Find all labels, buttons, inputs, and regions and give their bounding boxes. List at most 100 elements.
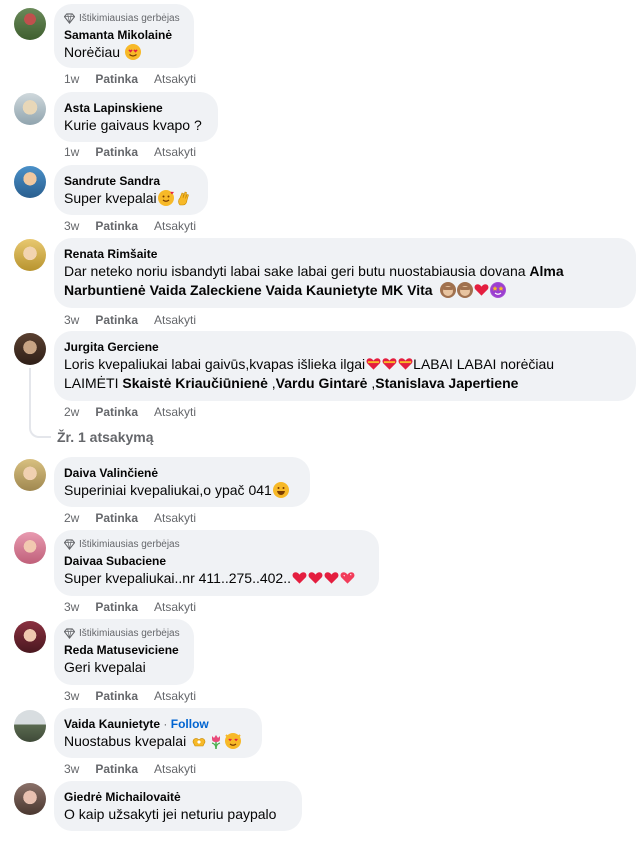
comment-time[interactable]: 3w [64, 219, 79, 233]
see-no-evil-monkey-emoji-icon [440, 282, 457, 298]
avatar[interactable] [14, 710, 46, 742]
red-heart-icon [475, 284, 489, 296]
heart-with-ribbon-icon [398, 358, 413, 370]
ok-hand-emoji-icon [175, 190, 191, 206]
comment-bubble: Ištikimiausias gerbėjas Daivaa Subaciene… [54, 530, 379, 596]
comment-text: Nuostabus kvepalai [64, 732, 250, 751]
comment-bubble: Daiva Valinčienė Superiniai kvepaliukai,… [54, 457, 310, 507]
heart-eyes-emoji-icon [124, 44, 141, 60]
comment-actions: 3w Patinka Atsakyti [64, 600, 196, 614]
comment-text: Dar neteko noriu isbandyti labai sake la… [64, 263, 564, 298]
smiling-cat-hearts-emoji-icon [225, 733, 242, 749]
avatar[interactable] [14, 621, 46, 653]
comment-bubble: Renata Rimšaite Dar neteko noriu isbandy… [54, 238, 636, 308]
tagged-user[interactable]: Alma [529, 263, 563, 279]
comment-time[interactable]: 1w [64, 72, 79, 86]
avatar[interactable] [14, 532, 46, 564]
comment-actions: 3w Patinka Atsakyti [64, 762, 196, 776]
like-button[interactable]: Patinka [95, 219, 138, 233]
comment-bubble: Sandrute Sandra Super kvepalai [54, 165, 208, 215]
reply-button[interactable]: Atsakyti [154, 219, 196, 233]
comment-time[interactable]: 3w [64, 762, 79, 776]
reply-button[interactable]: Atsakyti [154, 405, 196, 419]
reply-button[interactable]: Atsakyti [154, 313, 196, 327]
like-button[interactable]: Patinka [95, 145, 138, 159]
grinning-face-emoji-icon [272, 482, 289, 498]
like-button[interactable]: Patinka [95, 511, 138, 525]
comment-author[interactable]: Jurgita Gerciene [64, 339, 624, 355]
comment-author[interactable]: Reda Matuseviciene [64, 642, 182, 658]
avatar[interactable] [14, 239, 46, 271]
comment-actions: 1w Patinka Atsakyti [64, 72, 196, 86]
heart-hands-emoji-icon [191, 733, 207, 749]
comment-text: Geri kvepalai [64, 659, 146, 675]
reply-button[interactable]: Atsakyti [154, 689, 196, 703]
comment-time[interactable]: 3w [64, 689, 79, 703]
follow-button[interactable]: Follow [171, 717, 209, 731]
comment-time[interactable]: 2w [64, 405, 79, 419]
comment-bubble: Ištikimiausias gerbėjas Reda Matusevicie… [54, 619, 194, 685]
like-button[interactable]: Patinka [95, 72, 138, 86]
reply-button[interactable]: Atsakyti [154, 600, 196, 614]
red-heart-icon [292, 572, 307, 584]
comment-text: Loris kvepaliukai labai gaivūs,kvapas iš… [64, 356, 555, 391]
comment-author[interactable]: Asta Lapinskiene [64, 100, 206, 116]
tagged-user[interactable]: Vardu Gintarė [276, 375, 368, 391]
comment-author[interactable]: Sandrute Sandra [64, 173, 196, 189]
like-button[interactable]: Patinka [95, 689, 138, 703]
avatar[interactable] [14, 459, 46, 491]
comment-bubble: Asta Lapinskiene Kurie gaivaus kvapo ? [54, 92, 218, 142]
top-fan-badge: Ištikimiausias gerbėjas [64, 627, 182, 639]
comment-actions: 3w Patinka Atsakyti [64, 313, 196, 327]
comment-author[interactable]: Vaida Kaunietyte · Follow [64, 716, 250, 732]
like-button[interactable]: Patinka [95, 762, 138, 776]
tagged-user[interactable]: MK Vita [381, 282, 432, 298]
reply-button[interactable]: Atsakyti [154, 762, 196, 776]
reply-thread-curve [29, 424, 51, 438]
comment-time[interactable]: 2w [64, 511, 79, 525]
comment-time[interactable]: 1w [64, 145, 79, 159]
like-button[interactable]: Patinka [95, 313, 138, 327]
tulip-emoji-icon [208, 733, 224, 750]
top-fan-badge: Ištikimiausias gerbėjas [64, 12, 182, 24]
heart-with-ribbon-icon [382, 358, 397, 370]
view-replies-link[interactable]: Žr. 1 atsakymą [57, 429, 154, 445]
tagged-user[interactable]: Stanislava Japertiene [375, 375, 518, 391]
tagged-user[interactable]: Vaida Zaleckiene [150, 282, 262, 298]
avatar[interactable] [14, 783, 46, 815]
tagged-user[interactable]: Skaistė Kriaučiūnienė [122, 375, 268, 391]
like-button[interactable]: Patinka [95, 405, 138, 419]
like-button[interactable]: Patinka [95, 600, 138, 614]
comment-text: Norėčiau [64, 43, 182, 62]
comment-bubble: Jurgita Gerciene Loris kvepaliukai labai… [54, 331, 636, 401]
reply-thread-line [29, 368, 31, 424]
heart-with-ribbon-icon [366, 358, 381, 370]
reply-button[interactable]: Atsakyti [154, 72, 196, 86]
smiling-hearts-emoji-icon [157, 190, 174, 206]
reply-button[interactable]: Atsakyti [154, 511, 196, 525]
comment-actions: 2w Patinka Atsakyti [64, 405, 196, 419]
comment-author[interactable]: Samanta Mikolainė [64, 27, 182, 43]
comment-time[interactable]: 3w [64, 313, 79, 327]
comment-author[interactable]: Daivaa Subaciene [64, 553, 367, 569]
top-fan-badge: Ištikimiausias gerbėjas [64, 538, 367, 550]
avatar[interactable] [14, 333, 46, 365]
comment-text: O kaip užsakyti jei neturiu paypalo [64, 806, 277, 822]
comment-time[interactable]: 3w [64, 600, 79, 614]
comment-author[interactable]: Renata Rimšaite [64, 246, 624, 262]
comment-actions: 1w Patinka Atsakyti [64, 145, 196, 159]
comment-text: Kurie gaivaus kvapo ? [64, 117, 202, 133]
avatar[interactable] [14, 166, 46, 198]
tagged-user[interactable]: Vaida Kaunietyte [266, 282, 378, 298]
diamond-icon [64, 627, 75, 639]
tagged-user[interactable]: Narbuntienė [64, 282, 146, 298]
comment-author[interactable]: Giedrė Michailovaitė [64, 789, 290, 805]
comment-bubble: Ištikimiausias gerbėjas Samanta Mikolain… [54, 4, 194, 68]
avatar[interactable] [14, 8, 46, 40]
see-no-evil-monkey-emoji-icon [457, 282, 474, 298]
badge-label: Ištikimiausias gerbėjas [79, 12, 180, 24]
reply-button[interactable]: Atsakyti [154, 145, 196, 159]
comment-author[interactable]: Daiva Valinčienė [64, 465, 298, 481]
avatar[interactable] [14, 93, 46, 125]
comment-actions: 3w Patinka Atsakyti [64, 219, 196, 233]
